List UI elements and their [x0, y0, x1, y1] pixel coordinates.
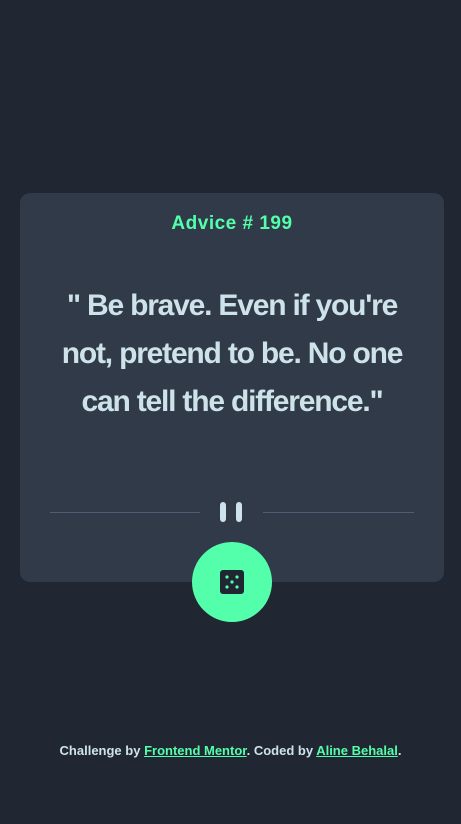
advice-number: Advice # 199 — [171, 213, 293, 234]
attribution-middle: . Coded by — [246, 743, 317, 758]
dice-icon — [220, 570, 244, 594]
new-advice-button[interactable] — [192, 542, 272, 622]
pause-bar-right — [236, 502, 242, 522]
divider — [50, 500, 414, 524]
divider-line-left — [50, 512, 200, 513]
pause-icon — [220, 502, 246, 522]
pause-bar-left — [220, 502, 226, 522]
divider-line-right — [263, 512, 414, 513]
advice-quote: " Be brave. Even if you're not, pretend … — [61, 289, 404, 418]
attribution: Challenge by Frontend Mentor. Coded by A… — [0, 743, 461, 758]
frontend-mentor-link[interactable]: Frontend Mentor — [144, 743, 247, 758]
attribution-prefix: Challenge by — [59, 743, 145, 758]
author-link[interactable]: Aline Behalal — [316, 743, 398, 758]
advice-card: Advice # 199 " Be brave. Even if you're … — [20, 193, 444, 582]
attribution-suffix: . — [397, 743, 402, 758]
